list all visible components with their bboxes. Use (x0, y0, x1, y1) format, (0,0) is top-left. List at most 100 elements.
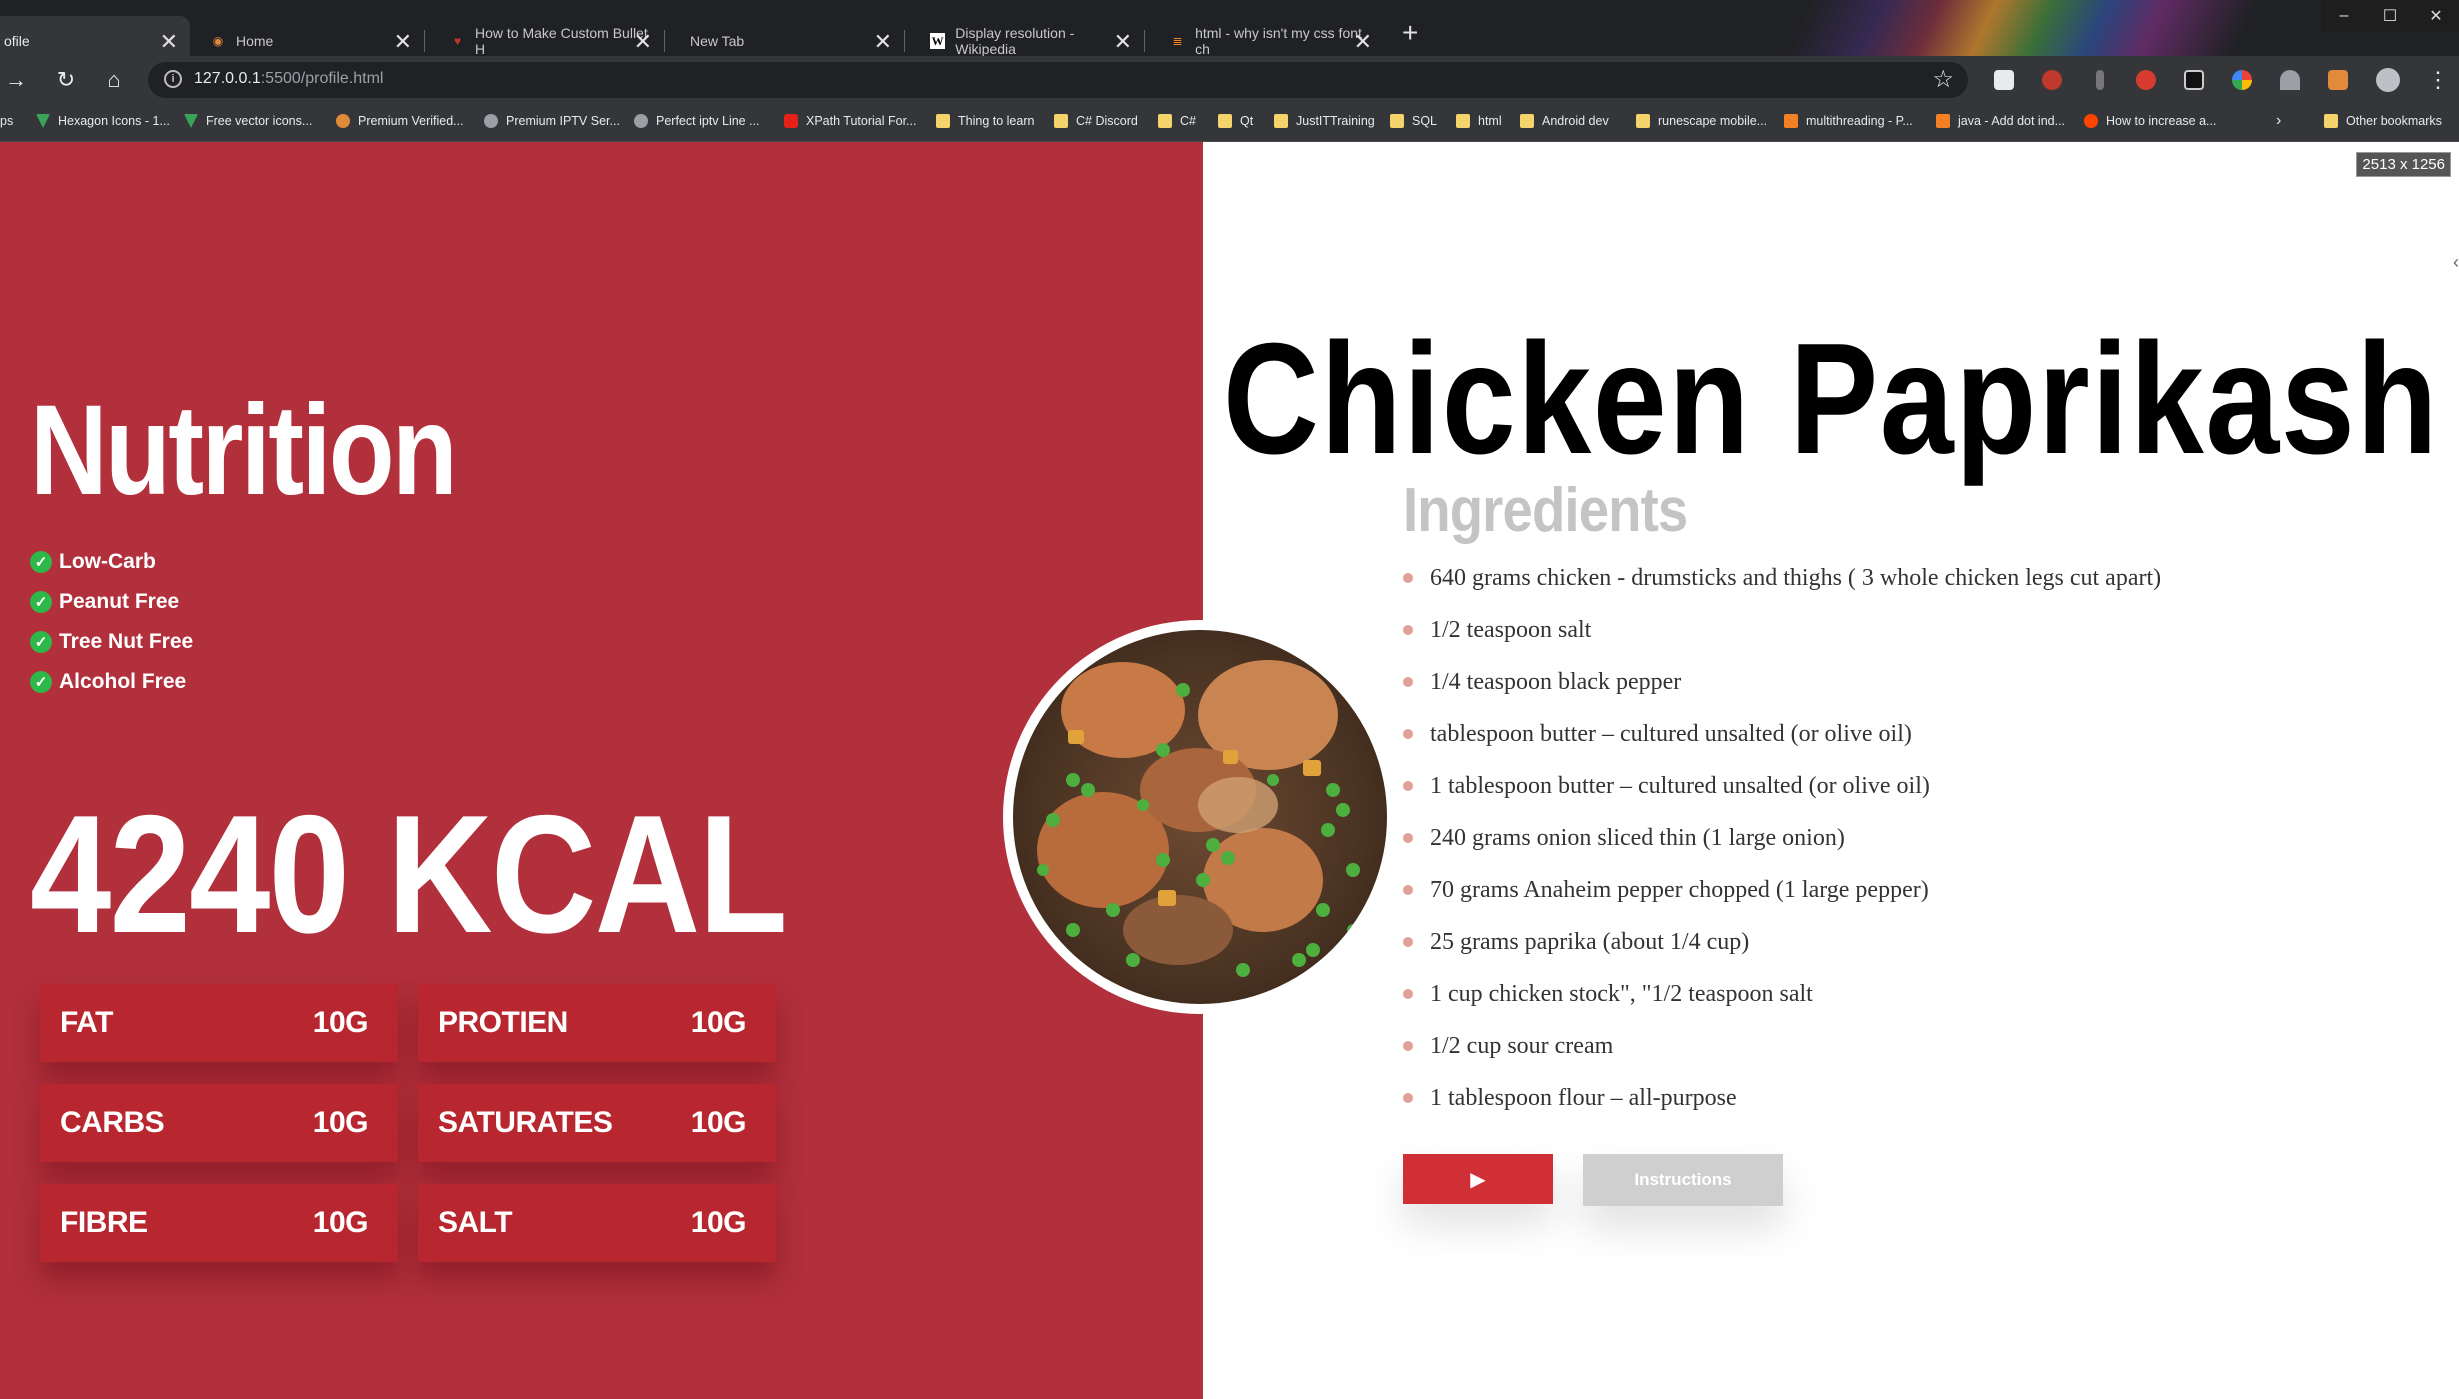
ingredients-list: 640 grams chicken - drumsticks and thigh… (1403, 552, 2161, 1124)
new-tab-button[interactable]: + (1402, 16, 1418, 50)
bookmark-item[interactable]: multithreading - P... (1784, 114, 1913, 128)
bookmarks-overflow-icon[interactable]: › (2276, 112, 2281, 130)
tab-title: New Tab (690, 33, 745, 49)
folder-icon (1456, 114, 1470, 128)
close-tab-icon[interactable]: ✕ (634, 29, 652, 55)
ingredient-item: 1 cup chicken stock", "1/2 teaspoon salt (1403, 968, 2161, 1020)
ingredients-heading: Ingredients (1403, 476, 1688, 545)
bookmark-folder[interactable]: Thing to learn (936, 114, 1034, 128)
bookmark-folder[interactable]: Qt (1218, 114, 1253, 128)
page-viewport: Nutrition ✓ Low-Carb ✓ Peanut Free ✓ Tree N… (0, 142, 2459, 1399)
instructions-button[interactable]: Instructions (1583, 1154, 1783, 1206)
bookmark-star-icon[interactable]: ☆ (1932, 65, 1954, 94)
bookmark-item[interactable]: Hexagon Icons - 1... (36, 114, 170, 128)
extension-icon[interactable] (1994, 70, 2014, 90)
bookmark-folder[interactable]: C# (1158, 114, 1196, 128)
bookmark-label: Perfect iptv Line ... (656, 114, 760, 128)
forward-icon[interactable]: → (2, 66, 30, 94)
diet-item: ✓ Peanut Free (30, 582, 193, 622)
bookmark-label: java - Add dot ind... (1958, 114, 2066, 128)
ingredient-text: 70 grams Anaheim pepper chopped (1 large… (1430, 876, 1929, 903)
bookmark-item[interactable]: ps (0, 114, 13, 128)
bullet-icon (1403, 625, 1413, 635)
color-picker-icon[interactable] (2232, 70, 2252, 90)
other-bookmarks[interactable]: Other bookmarks (2324, 114, 2442, 128)
reload-icon[interactable]: ↻ (52, 66, 80, 94)
reddit-icon (2084, 114, 2098, 128)
extension-icon[interactable] (2096, 70, 2104, 90)
close-tab-icon[interactable]: ✕ (874, 29, 892, 55)
play-video-button[interactable]: ▶ (1403, 1154, 1553, 1204)
bookmark-label: Free vector icons... (206, 114, 313, 128)
bookmarks-bar: ps Hexagon Icons - 1... Free vector icon… (0, 104, 2459, 142)
macro-value: 10G (312, 1206, 369, 1239)
bookmark-folder[interactable]: html (1456, 114, 1502, 128)
bookmark-folder[interactable]: SQL (1390, 114, 1437, 128)
close-window-icon[interactable]: ✕ (2413, 0, 2459, 32)
resolution-badge: 2513 x 1256 (2356, 152, 2451, 177)
bookmark-folder[interactable]: JustITTraining (1274, 114, 1375, 128)
extension-icon[interactable] (2136, 70, 2156, 90)
home-icon[interactable]: ⌂ (100, 66, 128, 94)
close-tab-icon[interactable]: ✕ (160, 29, 178, 55)
menu-icon[interactable]: ⋮ (2424, 66, 2452, 94)
bookmark-item[interactable]: XPath Tutorial For... (784, 114, 916, 128)
site-info-icon[interactable]: i (164, 70, 182, 88)
bookmark-label: Hexagon Icons - 1... (58, 114, 170, 128)
bookmark-item[interactable]: Perfect iptv Line ... (634, 114, 760, 128)
ingredient-item: 1/2 cup sour cream (1403, 1020, 2161, 1072)
bookmark-label: Android dev (1542, 114, 1609, 128)
bookmark-item[interactable]: How to increase a... (2084, 114, 2216, 128)
puzzle-icon[interactable] (2328, 70, 2348, 90)
bookmark-item[interactable]: Premium Verified... (336, 114, 464, 128)
check-icon: ✓ (30, 671, 52, 693)
diet-list: ✓ Low-Carb ✓ Peanut Free ✓ Tree Nut Free ✓ A… (30, 542, 193, 702)
ingredient-text: 25 grams paprika (about 1/4 cup) (1430, 928, 1750, 955)
circle-icon: ◉ (212, 34, 224, 48)
bookmark-folder[interactable]: C# Discord (1054, 114, 1138, 128)
globe-icon (484, 114, 498, 128)
extension-icon[interactable] (2280, 70, 2300, 90)
diet-item: ✓ Tree Nut Free (30, 622, 193, 662)
chevron-left-icon: ‹ (2453, 252, 2459, 272)
bullet-icon (1403, 729, 1413, 739)
macro-value: 10G (312, 1006, 369, 1039)
bookmark-item[interactable]: java - Add dot ind... (1936, 114, 2065, 128)
tab-separator (664, 30, 665, 52)
dish-photo (1003, 620, 1397, 1014)
folder-icon (936, 114, 950, 128)
bookmark-item[interactable]: Premium IPTV Ser... (484, 114, 620, 128)
globe-icon (634, 114, 648, 128)
minimize-icon[interactable]: – (2321, 0, 2367, 32)
close-tab-icon[interactable]: ✕ (1354, 29, 1372, 55)
extension-icon[interactable] (2184, 70, 2204, 90)
ingredient-text: 640 grams chicken - drumsticks and thigh… (1430, 564, 2162, 591)
macro-label: SALT (438, 1206, 513, 1239)
ublock-icon[interactable] (2042, 70, 2062, 90)
maximize-icon[interactable]: ☐ (2367, 0, 2413, 32)
bookmark-item[interactable]: Free vector icons... (184, 114, 312, 128)
bookmark-label: multithreading - P... (1806, 114, 1913, 128)
bookmark-folder[interactable]: Android dev (1520, 114, 1609, 128)
bookmark-label: Other bookmarks (2346, 114, 2442, 128)
avatar[interactable] (2376, 68, 2400, 92)
ingredient-text: tablespoon butter – cultured unsalted (o… (1430, 720, 1912, 747)
macro-card-fibre: FIBRE 10G (40, 1184, 398, 1262)
address-bar[interactable]: i 127.0.0.1:5500/profile.html ☆ (148, 62, 1968, 98)
stackoverflow-icon: ≣ (1172, 34, 1183, 48)
bookmark-label: SQL (1412, 114, 1438, 128)
stackoverflow-icon (1784, 114, 1798, 128)
stackoverflow-icon (1936, 114, 1950, 128)
dish-image (1013, 630, 1387, 1004)
bullet-icon (1403, 1093, 1413, 1103)
tab-separator (904, 30, 905, 52)
bookmark-label: Premium Verified... (358, 114, 464, 128)
bookmark-folder[interactable]: runescape mobile... (1636, 114, 1767, 128)
close-tab-icon[interactable]: ✕ (394, 29, 412, 55)
youtube-icon (784, 114, 798, 128)
close-tab-icon[interactable]: ✕ (1114, 29, 1132, 55)
ingredient-text: 1 cup chicken stock", "1/2 teaspoon salt (1430, 980, 1813, 1007)
check-icon: ✓ (30, 631, 52, 653)
ingredient-text: 1 tablespoon flour – all-purpose (1430, 1084, 1737, 1111)
bullet-icon (1403, 1041, 1413, 1051)
